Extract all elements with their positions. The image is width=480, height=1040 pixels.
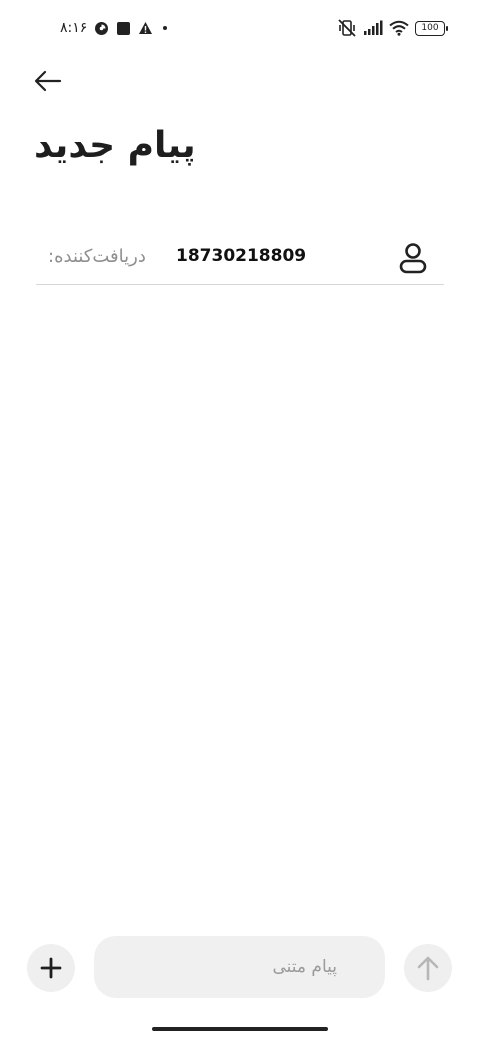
plus-icon (40, 957, 62, 979)
data-saver-icon (94, 21, 109, 36)
vibrate-off-icon (337, 19, 357, 37)
square-notification-icon (116, 21, 131, 36)
send-button[interactable] (404, 944, 452, 992)
status-time: ۸:۱۶ (60, 20, 88, 36)
arrow-up-icon (416, 955, 440, 981)
warning-icon (138, 21, 153, 35)
home-indicator[interactable] (152, 1027, 328, 1031)
battery-tip (446, 25, 448, 31)
recipient-field[interactable]: دریافت‌کننده: 18730218809 (36, 232, 444, 285)
signal-icon (363, 20, 383, 36)
dot-icon (160, 23, 170, 33)
add-attachment-button[interactable] (27, 944, 75, 992)
battery-icon: 100 (415, 20, 448, 36)
status-right: 100 (337, 17, 448, 39)
contact-picker-button[interactable] (396, 240, 430, 276)
status-left: ۸:۱۶ (60, 17, 170, 39)
wifi-icon (389, 20, 409, 36)
page-title: پیام جدید (34, 125, 196, 166)
recipient-label: دریافت‌کننده: (48, 246, 146, 267)
recipient-value[interactable]: 18730218809 (176, 246, 306, 266)
status-bar: ۸:۱۶ 100 (0, 0, 480, 56)
battery-level: 100 (415, 20, 445, 36)
message-input[interactable] (94, 936, 385, 998)
contact-person-icon (398, 242, 428, 274)
arrow-left-icon (34, 70, 62, 92)
compose-bar (0, 936, 480, 1000)
back-button[interactable] (30, 64, 66, 98)
